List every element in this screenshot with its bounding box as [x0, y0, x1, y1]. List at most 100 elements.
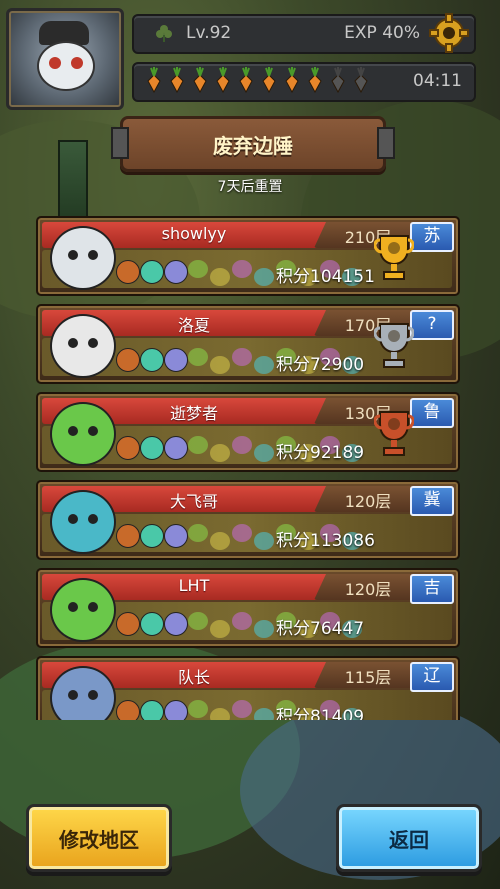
trophy-icon [374, 235, 414, 280]
level-bar: Lv.92 EXP 40% [132, 12, 476, 54]
trophy-icon [374, 323, 414, 368]
monster-icon [254, 708, 274, 720]
companion-icon [116, 436, 140, 460]
carrot-icon [239, 67, 253, 93]
score-label: 积分 [276, 619, 310, 639]
edit-region-button[interactable]: 修改地区 [26, 804, 172, 872]
region-badge: 冀 [410, 486, 454, 516]
reset-note: 7天后重置 [217, 179, 283, 195]
hero-eye [68, 690, 78, 700]
monster-icon [254, 620, 274, 638]
companion-icon [164, 612, 188, 636]
companion-icon [140, 700, 164, 720]
carrot-icon [285, 67, 299, 93]
hero-eye [68, 602, 78, 612]
monster-icon [232, 436, 252, 454]
stamina-timer: 04:11 [413, 71, 462, 91]
gear-icon[interactable] [428, 12, 470, 54]
player-avatar[interactable] [6, 8, 124, 110]
region-badge: 辽 [410, 662, 454, 692]
leaderboard-row[interactable]: 洛夏 170层? 积分72900 [36, 304, 460, 384]
companion-icon [164, 700, 188, 720]
companion-icon [116, 700, 140, 720]
score-value: 104151 [310, 267, 375, 287]
hero-eye [88, 514, 98, 524]
carrot-list [144, 67, 371, 93]
score-value: 76447 [310, 619, 365, 639]
region-badge: ? [410, 310, 454, 340]
monster-icon [210, 620, 230, 638]
score-value: 92189 [310, 443, 365, 463]
monster-icon [210, 268, 230, 286]
avatar-face [37, 41, 95, 91]
score: 积分81409 [276, 702, 364, 720]
hero-eye [88, 250, 98, 260]
monster-icon [232, 700, 252, 718]
monster-icon [188, 524, 208, 542]
region-badge: 苏 [410, 222, 454, 252]
monster-icon [188, 700, 208, 718]
companion-icon [140, 524, 164, 548]
stage-title: 废弃边陲 [213, 134, 293, 158]
hero-avatar [50, 490, 116, 554]
back-button[interactable]: 返回 [336, 804, 482, 872]
companion-icon [164, 524, 188, 548]
carrot-icon [216, 67, 230, 93]
monster-icon [210, 356, 230, 374]
carrot-icon [308, 67, 322, 93]
score: 积分72900 [276, 350, 364, 375]
hero-eye [68, 514, 78, 524]
companion-icon [140, 612, 164, 636]
monster-icon [232, 524, 252, 542]
leaderboard-row[interactable]: showlyy 210层苏积分104151 [36, 216, 460, 296]
companion-icon [164, 348, 188, 372]
leaderboard-row[interactable]: 队长 115层辽积分81409 [36, 656, 460, 720]
monster-icon [232, 612, 252, 630]
monster-icon [210, 532, 230, 550]
hero-eye [88, 690, 98, 700]
hero-eye [88, 338, 98, 348]
leaderboard-row[interactable]: 大飞哥 120层冀积分113086 [36, 480, 460, 560]
trophy-icon [374, 411, 414, 456]
monster-icon [232, 260, 252, 278]
monster-icon [232, 348, 252, 366]
hero-eye [68, 426, 78, 436]
clover-icon [156, 25, 172, 42]
score-label: 积分 [276, 707, 310, 720]
companion-icon [116, 524, 140, 548]
score: 积分76447 [276, 614, 364, 639]
monster-icon [188, 260, 208, 278]
score: 积分104151 [276, 262, 375, 287]
score: 积分92189 [276, 438, 364, 463]
score-label: 积分 [276, 531, 310, 551]
hero-eye [68, 338, 78, 348]
stamina-bar: 04:11 [132, 62, 476, 102]
floor-count: 115层 [344, 668, 392, 687]
hero-eye [88, 426, 98, 436]
leaderboard-row[interactable]: 逝梦者 130层鲁积分92189 [36, 392, 460, 472]
leaderboard-list[interactable]: showlyy 210层苏积分104151 洛夏 170层? 积分72900 逝梦者 130… [36, 216, 460, 720]
floor-count: 120层 [344, 492, 392, 511]
carrot-icon [147, 67, 161, 93]
score-value: 72900 [310, 355, 365, 375]
companion-icon [116, 260, 140, 284]
score: 积分113086 [276, 526, 375, 551]
monster-icon [254, 532, 274, 550]
monster-icon [210, 708, 230, 720]
companion-icon [164, 436, 188, 460]
monster-icon [188, 348, 208, 366]
avatar-eye [49, 57, 61, 69]
leaderboard-row[interactable]: LHT 120层吉积分76447 [36, 568, 460, 648]
companion-icon [140, 260, 164, 284]
score-value: 81409 [310, 707, 365, 720]
region-badge: 吉 [410, 574, 454, 604]
companion-icon [116, 612, 140, 636]
region-badge: 鲁 [410, 398, 454, 428]
stage-banner: 废弃边陲 [111, 116, 395, 172]
carrot-icon [262, 67, 276, 93]
score-label: 积分 [276, 443, 310, 463]
hero-avatar [50, 314, 116, 378]
monster-icon [188, 612, 208, 630]
floor-count: 120层 [344, 580, 392, 599]
score-value: 113086 [310, 531, 375, 551]
